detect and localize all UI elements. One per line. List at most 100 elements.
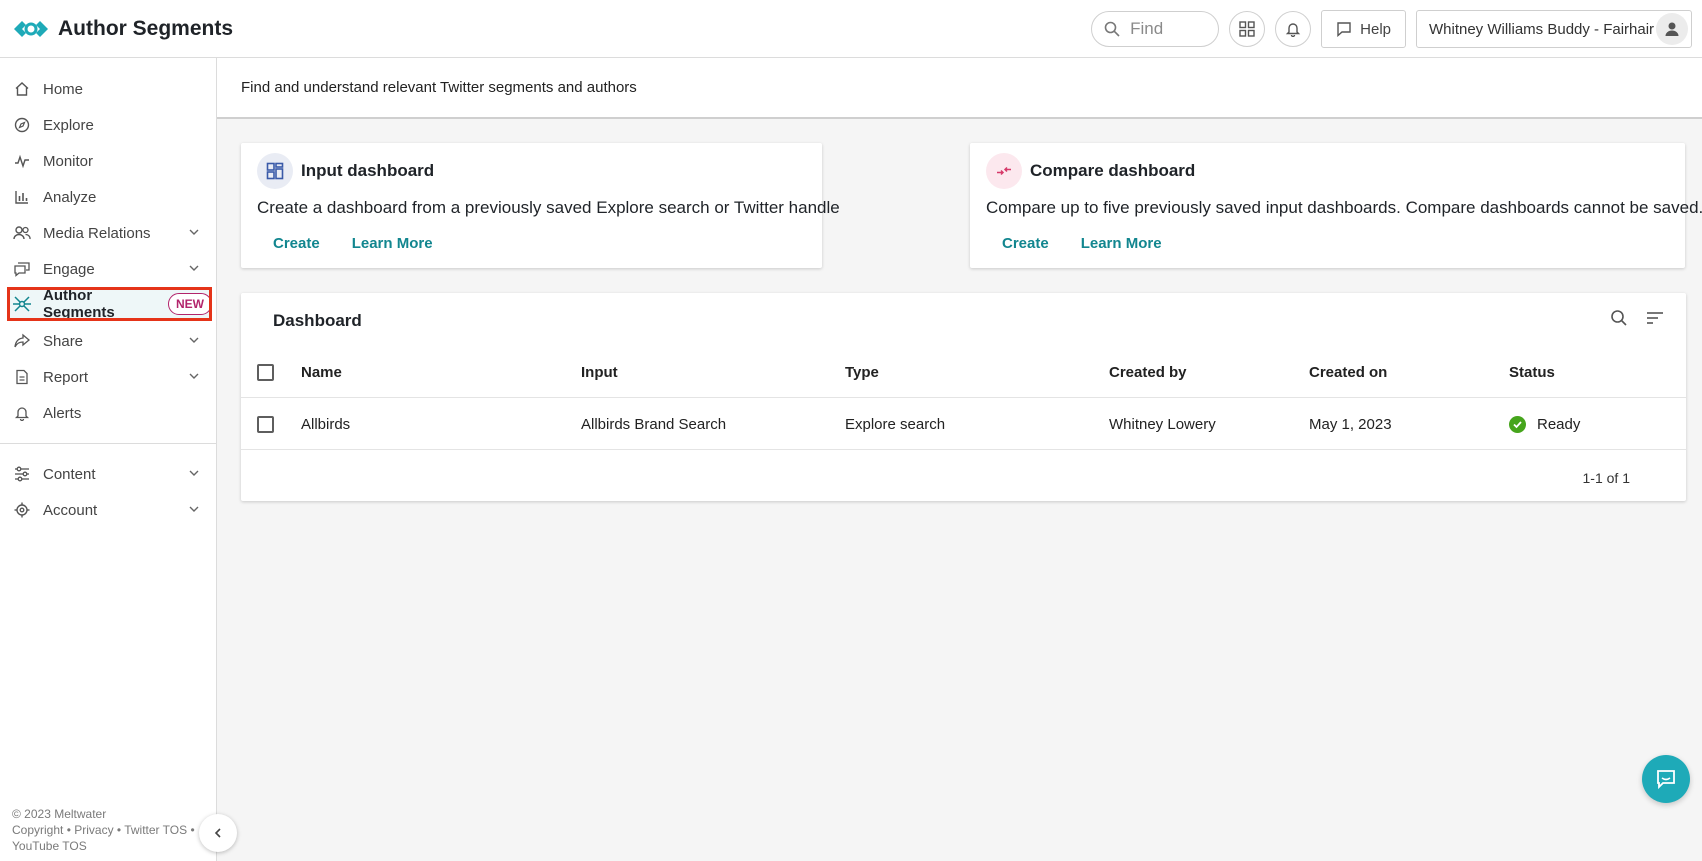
input-dashboard-title: Input dashboard (301, 161, 435, 180)
row-created-by: Whitney Lowery (1109, 415, 1216, 433)
compare-arrows-icon (986, 153, 1022, 189)
compare-dashboard-card: Compare dashboard Compare up to five pre… (970, 143, 1702, 268)
compare-dashboard-title: Compare dashboard (1030, 161, 1196, 180)
sidebar-item-alerts[interactable]: Alerts (0, 395, 216, 431)
sidebar-item-content[interactable]: Content (0, 456, 216, 492)
column-header-type[interactable]: Type (845, 346, 879, 398)
sidebar-item-label: Report (43, 368, 89, 386)
input-create-link[interactable]: Create (273, 235, 320, 252)
copyright-text: © 2023 Meltwater (12, 807, 107, 821)
chat-bubble-icon (1657, 770, 1675, 790)
sidebar-item-label: Content (43, 465, 96, 483)
home-icon (12, 79, 32, 99)
help-label: Help (1360, 20, 1391, 38)
collapse-sidebar-button[interactable] (199, 814, 237, 852)
compare-create-link[interactable]: Create (1002, 235, 1049, 252)
dashboard-table-title: Dashboard (273, 311, 362, 330)
apps-grid-button[interactable] (1229, 11, 1266, 47)
select-all-checkbox[interactable] (257, 363, 274, 381)
column-header-created-by[interactable]: Created by (1109, 346, 1187, 398)
sidebar-divider (0, 443, 216, 444)
document-icon (12, 367, 32, 387)
column-header-input[interactable]: Input (581, 346, 618, 398)
search-icon (1104, 21, 1120, 37)
chevron-down-icon (189, 265, 199, 271)
table-row[interactable]: Allbirds Allbirds Brand Search Explore s… (241, 398, 1686, 450)
sort-filter-icon[interactable] (1646, 309, 1664, 332)
chevron-down-icon (189, 470, 199, 476)
sidebar-item-label: Account (43, 501, 98, 519)
status-label: Ready (1537, 415, 1581, 433)
pagination-info: 1-1 of 1 (1582, 470, 1630, 486)
column-header-created-on[interactable]: Created on (1309, 346, 1387, 398)
sidebar-item-engage[interactable]: Engage (0, 251, 216, 287)
row-status: Ready (1509, 398, 1580, 450)
top-header: Author Segments Find Help Whitney Willia… (0, 0, 1702, 58)
chat-icon (12, 259, 32, 279)
sidebar-item-analyze[interactable]: Analyze (0, 179, 216, 215)
sidebar-item-media-relations[interactable]: Media Relations (0, 215, 216, 251)
footer-links[interactable]: Copyright • Privacy • Twitter TOS • (12, 822, 212, 838)
compass-icon (12, 115, 32, 135)
row-created-on: May 1, 2023 (1309, 415, 1392, 433)
sidebar-item-monitor[interactable]: Monitor (0, 143, 216, 179)
sidebar-footer: © 2023 Meltwater Copyright • Privacy • T… (12, 806, 212, 854)
bell-icon (1285, 23, 1301, 37)
chevron-down-icon (189, 229, 199, 235)
new-badge: NEW (168, 293, 212, 315)
sidebar-item-share[interactable]: Share (0, 323, 216, 359)
user-menu-button[interactable]: Whitney Williams Buddy - Fairhair (1416, 10, 1692, 48)
sidebar-item-label: Alerts (43, 404, 82, 422)
page-description: Find and understand relevant Twitter seg… (241, 79, 637, 96)
sidebar-item-label: Monitor (43, 152, 94, 170)
page-title: Author Segments (58, 16, 234, 40)
row-name[interactable]: Allbirds (301, 398, 350, 450)
sidebar-item-label: Analyze (43, 188, 97, 206)
row-checkbox[interactable] (257, 415, 274, 433)
column-header-status[interactable]: Status (1509, 346, 1555, 398)
help-button[interactable]: Help (1321, 10, 1406, 48)
sidebar-item-label: Share (43, 332, 84, 350)
row-type: Explore search (845, 415, 946, 433)
support-chat-button[interactable] (1642, 755, 1690, 803)
dashboard-grid-icon (257, 153, 293, 189)
search-icon[interactable] (1610, 309, 1628, 332)
sidebar-item-label: Home (43, 80, 84, 98)
person-icon (1665, 22, 1679, 36)
chevron-down-icon (189, 373, 199, 379)
share-icon (12, 331, 32, 351)
sidebar-item-label: Explore (43, 116, 94, 134)
input-learn-more-link[interactable]: Learn More (352, 235, 433, 252)
sliders-icon (12, 464, 32, 484)
people-icon (12, 223, 32, 243)
sidebar-item-explore[interactable]: Explore (0, 107, 216, 143)
row-input: Allbirds Brand Search (581, 415, 727, 433)
bell-icon (12, 403, 32, 423)
footer-links-youtube[interactable]: YouTube TOS (12, 838, 212, 854)
compare-learn-more-link[interactable]: Learn More (1081, 235, 1162, 252)
check-circle-icon (1509, 415, 1526, 433)
chevron-down-icon (189, 506, 199, 512)
column-header-name[interactable]: Name (301, 346, 342, 398)
meltwater-logo-icon[interactable] (12, 19, 50, 39)
sidebar-item-home[interactable]: Home (0, 71, 216, 107)
input-dashboard-description: Create a dashboard from a previously sav… (257, 198, 840, 217)
sidebar-item-author-segments[interactable]: Author Segments NEW (7, 287, 212, 321)
sidebar-item-report[interactable]: Report (0, 359, 216, 395)
find-input[interactable]: Find (1091, 11, 1220, 47)
page-subtitle-bar: Find and understand relevant Twitter seg… (217, 58, 1702, 119)
user-name: Whitney Williams Buddy - Fairhair (1429, 20, 1655, 38)
avatar (1656, 13, 1688, 45)
input-dashboard-card: Input dashboard Create a dashboard from … (241, 143, 840, 268)
sidebar-item-account[interactable]: Account (0, 492, 216, 528)
find-placeholder: Find (1130, 19, 1164, 38)
dashboard-table-card: Dashboard Name Input Type Created by Cre… (241, 293, 1686, 501)
help-chat-icon (1337, 22, 1351, 37)
bar-chart-icon (12, 187, 32, 207)
notifications-button[interactable] (1275, 11, 1312, 47)
sidebar-item-label: Author Segments (43, 287, 115, 321)
compare-dashboard-description: Compare up to five previously saved inpu… (986, 198, 1702, 217)
chevron-left-icon (214, 828, 221, 838)
table-header-row: Name Input Type Created by Created on St… (241, 346, 1686, 398)
sidebar-item-label: Engage (43, 260, 95, 278)
